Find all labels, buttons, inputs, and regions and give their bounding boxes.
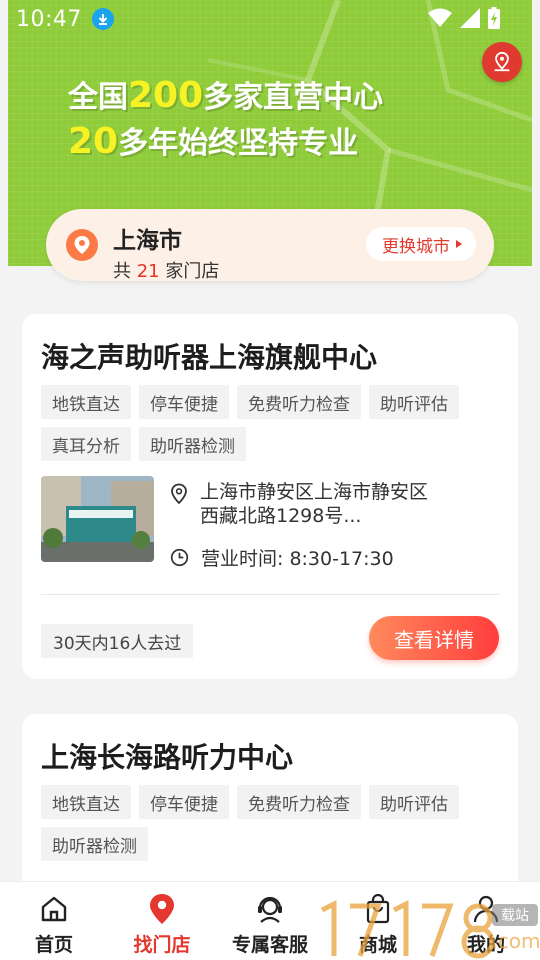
locate-me-button[interactable] [482,42,522,82]
battery-icon [488,7,500,29]
store-tag: 助听评估 [369,785,459,819]
nav-shop-label: 商城 [358,934,397,956]
shopping-bag-icon [361,892,395,926]
nav-customer-service[interactable]: 专属客服 [216,882,324,960]
store-address-row: 上海市静安区上海市静安区西藏北路1298号... [170,480,430,528]
store-tags: 地铁直达 停车便捷 免费听力检查 助听评估 真耳分析 助听器检测 [41,385,501,461]
nav-home-label: 首页 [34,934,73,956]
view-details-button[interactable]: 查看详情 [369,616,499,660]
store-tag: 免费听力检查 [237,385,361,419]
store-tags: 地铁直达 停车便捷 免费听力检查 助听评估 助听器检测 [41,785,501,861]
store-tag: 地铁直达 [41,785,131,819]
nav-find-store-label: 找门店 [133,934,191,956]
signal-icon [460,8,480,28]
current-city: 上海市 [113,228,182,254]
location-pin-icon [66,229,98,261]
clock-icon [170,548,189,567]
store-tag: 助听器检测 [139,427,246,461]
status-bar: 10:47 [8,0,532,38]
store-tag: 助听评估 [369,385,459,419]
wifi-icon [428,8,452,27]
bottom-navigation: 首页 找门店 专属客服 商城 我的 [0,881,540,960]
triangle-right-icon [456,240,462,248]
card-divider [41,594,499,595]
store-title: 上海长海路听力中心 [41,741,294,774]
store-count: 共 21 家门店 [113,261,220,282]
store-tag: 助听器检测 [41,827,148,861]
location-pin-icon [145,892,179,926]
store-title: 海之声助听器上海旗舰中心 [41,341,378,374]
store-photo[interactable] [41,476,154,562]
map-marker-icon [494,51,510,72]
nav-shop[interactable]: 商城 [324,882,432,960]
city-selector-card: 上海市 共 21 家门店 更换城市 [46,209,494,282]
visit-count-badge: 30天内16人去过 [41,624,194,658]
download-icon [91,8,114,30]
nav-profile-label: 我的 [466,934,505,956]
store-address: 上海市静安区上海市静安区西藏北路1298号... [200,481,429,527]
store-hours: 营业时间: 8:30-17:30 [201,548,394,570]
store-card[interactable]: 海之声助听器上海旗舰中心 地铁直达 停车便捷 免费听力检查 助听评估 真耳分析 … [22,314,518,679]
store-tag: 停车便捷 [139,385,229,419]
nav-profile[interactable]: 我的 [432,882,540,960]
headset-icon [253,892,287,926]
store-tag: 地铁直达 [41,385,131,419]
banner-slogan: 全国200多家直营中心 20多年始终坚持专业 [68,75,384,162]
nav-customer-service-label: 专属客服 [231,934,308,956]
address-pin-icon [171,483,187,505]
nav-home[interactable]: 首页 [0,882,108,960]
change-city-button[interactable]: 更换城市 [366,227,476,261]
store-hours-row: 营业时间: 8:30-17:30 [170,544,394,571]
nav-find-store[interactable]: 找门店 [108,882,216,960]
status-time: 10:47 [16,6,82,32]
home-icon [37,892,71,926]
store-tag: 真耳分析 [41,427,131,461]
store-tag: 停车便捷 [139,785,229,819]
user-icon [469,892,503,926]
store-tag: 免费听力检查 [237,785,361,819]
